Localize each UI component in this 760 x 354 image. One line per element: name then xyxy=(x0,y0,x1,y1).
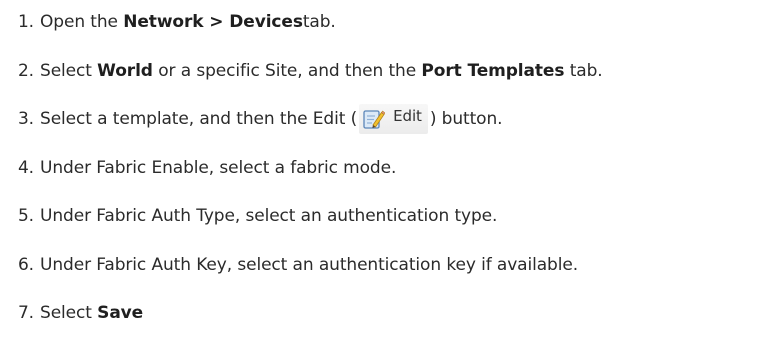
step-text-part: Under Fabric Enable, select a fabric mod… xyxy=(40,158,397,178)
step-5: 5. Under Fabric Auth Type, select an aut… xyxy=(0,201,497,231)
step-6: 6. Under Fabric Auth Key, select an auth… xyxy=(0,250,578,280)
step-text: Select World or a specific Site, and the… xyxy=(40,61,603,81)
edit-button-image: Edit xyxy=(359,104,428,134)
step-text-part: Select a template, and then the Edit ( xyxy=(40,109,358,129)
step-7: 7. Select Save xyxy=(0,298,143,328)
step-number: 5. xyxy=(17,206,34,226)
step-text-part: Select xyxy=(40,303,92,323)
step-text-part: Under Fabric Auth Type, select an authen… xyxy=(40,206,498,226)
step-text-part: Select xyxy=(40,61,92,81)
ui-term-network-devices: Network > Devices xyxy=(123,12,303,32)
step-2: 2. Select World or a specific Site, and … xyxy=(0,56,603,86)
step-text-part: or a specific Site, and then the xyxy=(158,61,417,81)
step-number: 3. xyxy=(17,109,34,129)
step-text: Under Fabric Enable, select a fabric mod… xyxy=(40,158,396,178)
step-number: 1. xyxy=(17,12,34,32)
step-text: Open the Network > Devices tab. xyxy=(40,12,336,32)
ui-term-world: World xyxy=(97,61,153,81)
step-number: 7. xyxy=(17,303,34,323)
step-text: Select Save xyxy=(40,303,143,323)
ui-term-save: Save xyxy=(97,303,144,323)
step-text: Select a template, and then the Edit ( E… xyxy=(40,104,503,134)
step-number: 4. xyxy=(17,158,34,178)
step-number: 2. xyxy=(17,61,34,81)
step-1: 1. Open the Network > Devices tab. xyxy=(0,7,336,37)
ui-term-port-templates: Port Templates xyxy=(421,61,565,81)
step-text-part: tab. xyxy=(302,12,336,32)
step-text-part: Under Fabric Auth Key, select an authent… xyxy=(40,255,579,275)
step-text-part: Open the xyxy=(40,12,118,32)
step-3: 3. Select a template, and then the Edit … xyxy=(0,104,503,134)
edit-button-label: Edit xyxy=(393,107,422,125)
step-text-part: tab. xyxy=(569,61,603,81)
edit-pencil-icon xyxy=(363,110,386,129)
step-text-part: ) button. xyxy=(429,109,503,129)
step-text: Under Fabric Auth Type, select an authen… xyxy=(40,206,497,226)
step-4: 4. Under Fabric Enable, select a fabric … xyxy=(0,153,396,183)
step-text: Under Fabric Auth Key, select an authent… xyxy=(40,255,578,275)
step-number: 6. xyxy=(17,255,34,275)
